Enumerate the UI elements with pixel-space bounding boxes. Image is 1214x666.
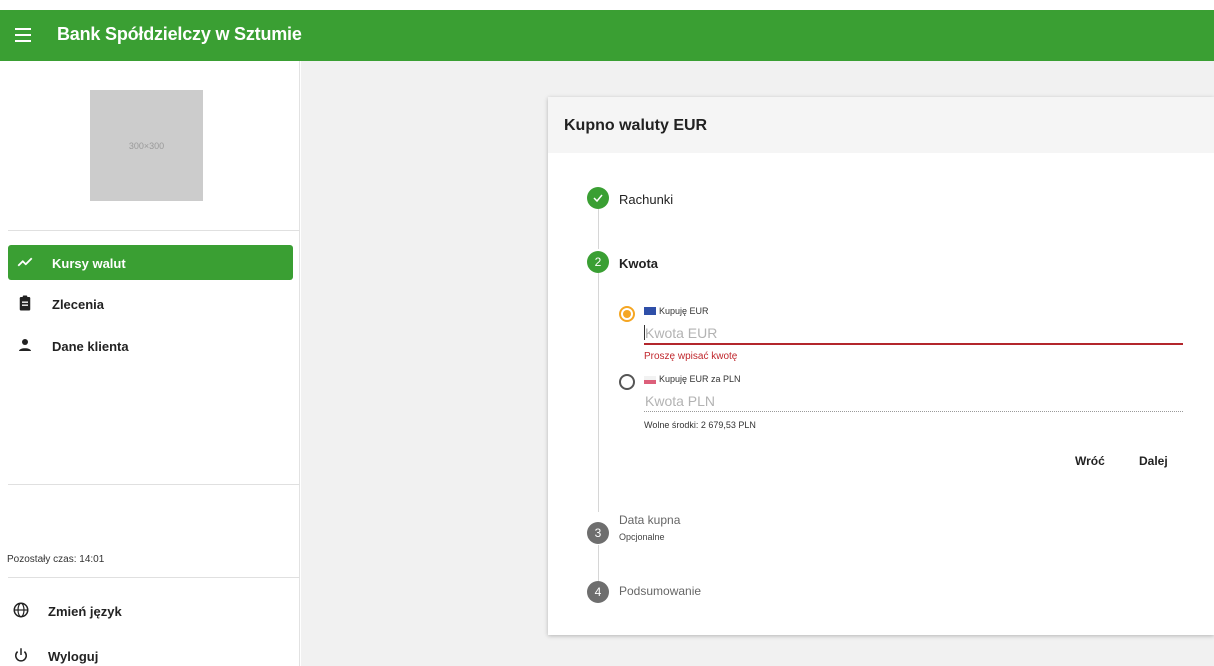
clipboard-icon (19, 295, 31, 311)
step-3-sublabel: Opcjonalne (619, 532, 665, 542)
sidebar-item-label: Zlecenia (52, 297, 105, 312)
sidebar-item-zlecenia[interactable]: Zlecenia (8, 286, 293, 321)
kupuje-eur-label: Kupuję EUR (659, 306, 709, 316)
person-icon (19, 339, 31, 351)
globe-icon (13, 602, 29, 618)
available-funds: Wolne środki: 2 679,53 PLN (644, 420, 756, 430)
sidebar: 300×300 Kursy walut Zlecenia Dane klient… (0, 61, 300, 666)
card-header: Kupno waluty EUR (548, 97, 1214, 153)
step-4-number: 4 (587, 581, 609, 603)
kwota-eur-error: Proszę wpisać kwotę (644, 351, 738, 362)
main-content: Kupno waluty EUR Rachunki 2 Kwota Kupuję… (301, 61, 1214, 666)
app-title: Bank Spółdzielczy w Sztumie (57, 24, 302, 44)
radio-kupuje-eur-za-pln[interactable] (619, 374, 635, 390)
currency-purchase-card: Kupno waluty EUR Rachunki 2 Kwota Kupuję… (548, 97, 1214, 635)
step-connector (598, 209, 599, 249)
logout-button[interactable]: Wyloguj (4, 638, 289, 666)
step-3-number: 3 (587, 522, 609, 544)
step-2-label: Kwota (619, 256, 658, 271)
eu-flag-icon (644, 307, 656, 315)
next-button[interactable]: Dalej (1139, 454, 1168, 468)
step-connector (598, 545, 599, 583)
change-language-label: Zmień język (48, 604, 122, 619)
sidebar-divider (8, 484, 300, 485)
avatar: 300×300 (90, 90, 203, 201)
step-2-number: 2 (587, 251, 609, 273)
kwota-eur-underline (644, 343, 1183, 345)
pl-flag-icon (644, 376, 656, 384)
logout-label: Wyloguj (48, 649, 99, 664)
menu-icon[interactable] (15, 28, 31, 42)
step-connector (598, 273, 599, 512)
step-3-label: Data kupna (619, 513, 681, 527)
step-1-label: Rachunki (619, 192, 674, 207)
radio-kupuje-eur[interactable] (619, 306, 635, 322)
change-language-button[interactable]: Zmień język (4, 593, 289, 628)
trending-up-icon (17, 257, 33, 267)
app-header: Bank Spółdzielczy w Sztumie (0, 10, 1214, 61)
sidebar-item-label: Dane klienta (52, 339, 129, 354)
power-icon (15, 648, 27, 662)
sidebar-item-label: Kursy walut (52, 256, 126, 271)
card-title: Kupno waluty EUR (564, 117, 708, 134)
sidebar-item-dane-klienta[interactable]: Dane klienta (8, 328, 293, 363)
step-4-label: Podsumowanie (619, 584, 702, 598)
kwota-pln-input[interactable] (645, 391, 1180, 411)
avatar-placeholder-text: 300×300 (128, 140, 165, 151)
sidebar-item-kursy-walut[interactable]: Kursy walut (8, 245, 293, 280)
back-button[interactable]: Wróć (1075, 454, 1105, 468)
check-icon (593, 194, 603, 203)
kwota-eur-input[interactable] (645, 323, 1180, 343)
session-timer: Pozostały czas: 14:01 (7, 554, 105, 565)
sidebar-divider (8, 577, 300, 578)
sidebar-divider (8, 230, 300, 231)
kwota-pln-underline (644, 411, 1183, 412)
step-1-done (587, 187, 609, 209)
kupuje-eur-za-pln-label: Kupuję EUR za PLN (659, 374, 741, 384)
